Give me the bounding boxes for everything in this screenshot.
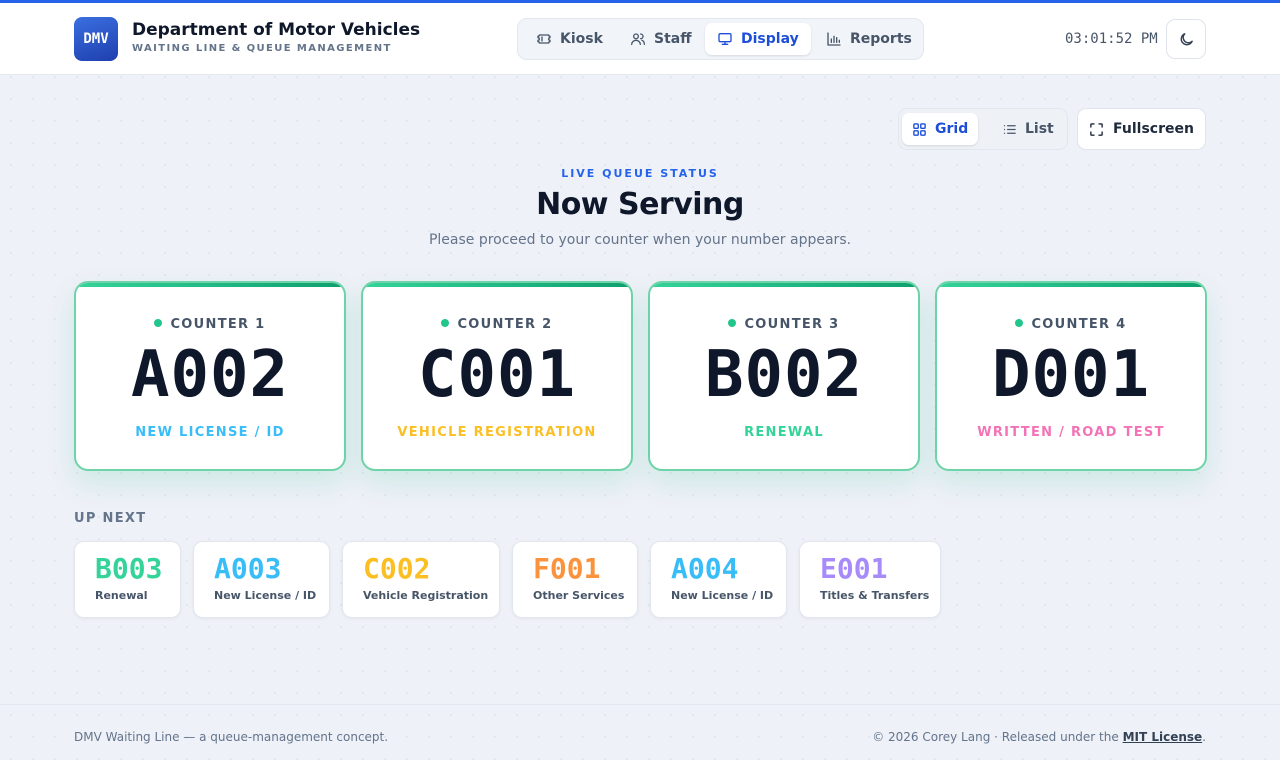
counter-card-3: COUNTER 3 B002 RENEWAL — [648, 281, 920, 471]
app-subtitle: WAITING LINE & QUEUE MANAGEMENT — [132, 43, 392, 54]
queue-service-name: Vehicle Registration — [363, 589, 489, 602]
page-title: Now Serving — [536, 187, 744, 222]
counter-label: COUNTER 3 — [650, 317, 918, 332]
footer-copyright: © 2026 Corey Lang · Released under the M… — [872, 730, 1206, 744]
queue-card: C002 Vehicle Registration — [342, 541, 500, 618]
status-dot — [441, 319, 450, 327]
fullscreen-icon — [1090, 122, 1103, 136]
counter-card-4: COUNTER 4 D001 WRITTEN / ROAD TEST — [935, 281, 1207, 471]
nav-kiosk-label: Kiosk — [560, 31, 603, 47]
queue-ticket-number: A004 — [671, 552, 739, 585]
ticket-icon — [537, 34, 551, 44]
queue-card: F001 Other Services — [512, 541, 638, 618]
queue-service-name: Other Services — [533, 589, 625, 602]
counter-name: COUNTER 2 — [457, 317, 553, 332]
dmv-logo: DMV — [74, 17, 118, 61]
up-next-heading: UP NEXT — [74, 511, 147, 526]
ticket-number: A002 — [130, 338, 290, 412]
queue-ticket-number: E001 — [820, 552, 888, 585]
view-list-label: List — [1025, 121, 1054, 137]
counter-name: COUNTER 3 — [744, 317, 840, 332]
users-icon — [631, 33, 645, 45]
status-dot — [154, 319, 163, 327]
monitor-icon — [718, 33, 732, 45]
nav-staff[interactable]: Staff — [618, 23, 704, 55]
view-toggle: Grid List — [898, 108, 1068, 150]
copyright-text: © 2026 Corey Lang · Released under the — [872, 730, 1123, 744]
service-name: RENEWAL — [744, 425, 824, 440]
counter-card-2: COUNTER 2 C001 VEHICLE REGISTRATION — [361, 281, 633, 471]
ticket-number: C001 — [417, 338, 577, 412]
queue-card: A003 New License / ID — [193, 541, 330, 618]
section-eyebrow: LIVE QUEUE STATUS — [561, 167, 719, 180]
nav-staff-label: Staff — [654, 31, 692, 47]
queue-card: A004 New License / ID — [650, 541, 787, 618]
nav-reports-label: Reports — [850, 31, 912, 47]
nav-reports[interactable]: Reports — [814, 23, 924, 55]
counter-label: COUNTER 1 — [76, 317, 344, 332]
fullscreen-button[interactable]: Fullscreen — [1077, 108, 1206, 150]
live-clock: 03:01:52 PM — [1065, 31, 1158, 47]
view-list-button[interactable]: List — [992, 113, 1064, 145]
grid-icon — [913, 122, 926, 136]
app-header: DMV Department of Motor Vehicles WAITING… — [0, 3, 1280, 75]
counter-label: COUNTER 4 — [937, 317, 1205, 332]
queue-service-name: Renewal — [95, 589, 148, 602]
queue-card: E001 Titles & Transfers — [799, 541, 941, 618]
moon-icon — [1180, 32, 1193, 45]
queue-ticket-number: C002 — [363, 552, 431, 585]
counter-name: COUNTER 1 — [170, 317, 266, 332]
status-dot — [728, 319, 737, 327]
queue-ticket-number: B003 — [95, 552, 163, 585]
ticket-number: B002 — [704, 338, 864, 412]
queue-service-name: New License / ID — [214, 589, 317, 602]
view-grid-label: Grid — [935, 121, 969, 137]
queue-ticket-number: A003 — [214, 552, 282, 585]
ticket-number: D001 — [991, 338, 1151, 412]
list-icon — [1003, 124, 1016, 134]
counter-name: COUNTER 4 — [1031, 317, 1127, 332]
queue-ticket-number: F001 — [533, 552, 601, 585]
queue-card: B003 Renewal — [74, 541, 181, 618]
service-name: WRITTEN / ROAD TEST — [977, 425, 1165, 440]
counter-card-1: COUNTER 1 A002 NEW LICENSE / ID — [74, 281, 346, 471]
service-name: VEHICLE REGISTRATION — [397, 425, 597, 440]
service-name: NEW LICENSE / ID — [135, 425, 285, 440]
queue-service-name: New License / ID — [671, 589, 774, 602]
view-grid-button[interactable]: Grid — [902, 113, 979, 145]
theme-toggle-button[interactable] — [1166, 19, 1206, 59]
copyright-suffix: . — [1202, 730, 1206, 744]
license-link[interactable]: MIT License — [1123, 730, 1203, 744]
footer-tagline: DMV Waiting Line — a queue-management co… — [74, 730, 389, 744]
queue-service-name: Titles & Transfers — [820, 589, 930, 602]
bar-chart-icon — [827, 32, 841, 46]
status-dot — [1015, 319, 1024, 327]
counter-label: COUNTER 2 — [363, 317, 631, 332]
nav-display[interactable]: Display — [705, 23, 811, 55]
app-title: Department of Motor Vehicles — [132, 20, 421, 40]
main-nav: Kiosk Staff Display Reports — [517, 18, 924, 60]
nav-kiosk[interactable]: Kiosk — [524, 23, 615, 55]
page-footer: DMV Waiting Line — a queue-management co… — [0, 704, 1280, 760]
fullscreen-label: Fullscreen — [1113, 121, 1194, 137]
page-subtitle: Please proceed to your counter when your… — [428, 232, 852, 248]
nav-display-label: Display — [741, 31, 799, 47]
